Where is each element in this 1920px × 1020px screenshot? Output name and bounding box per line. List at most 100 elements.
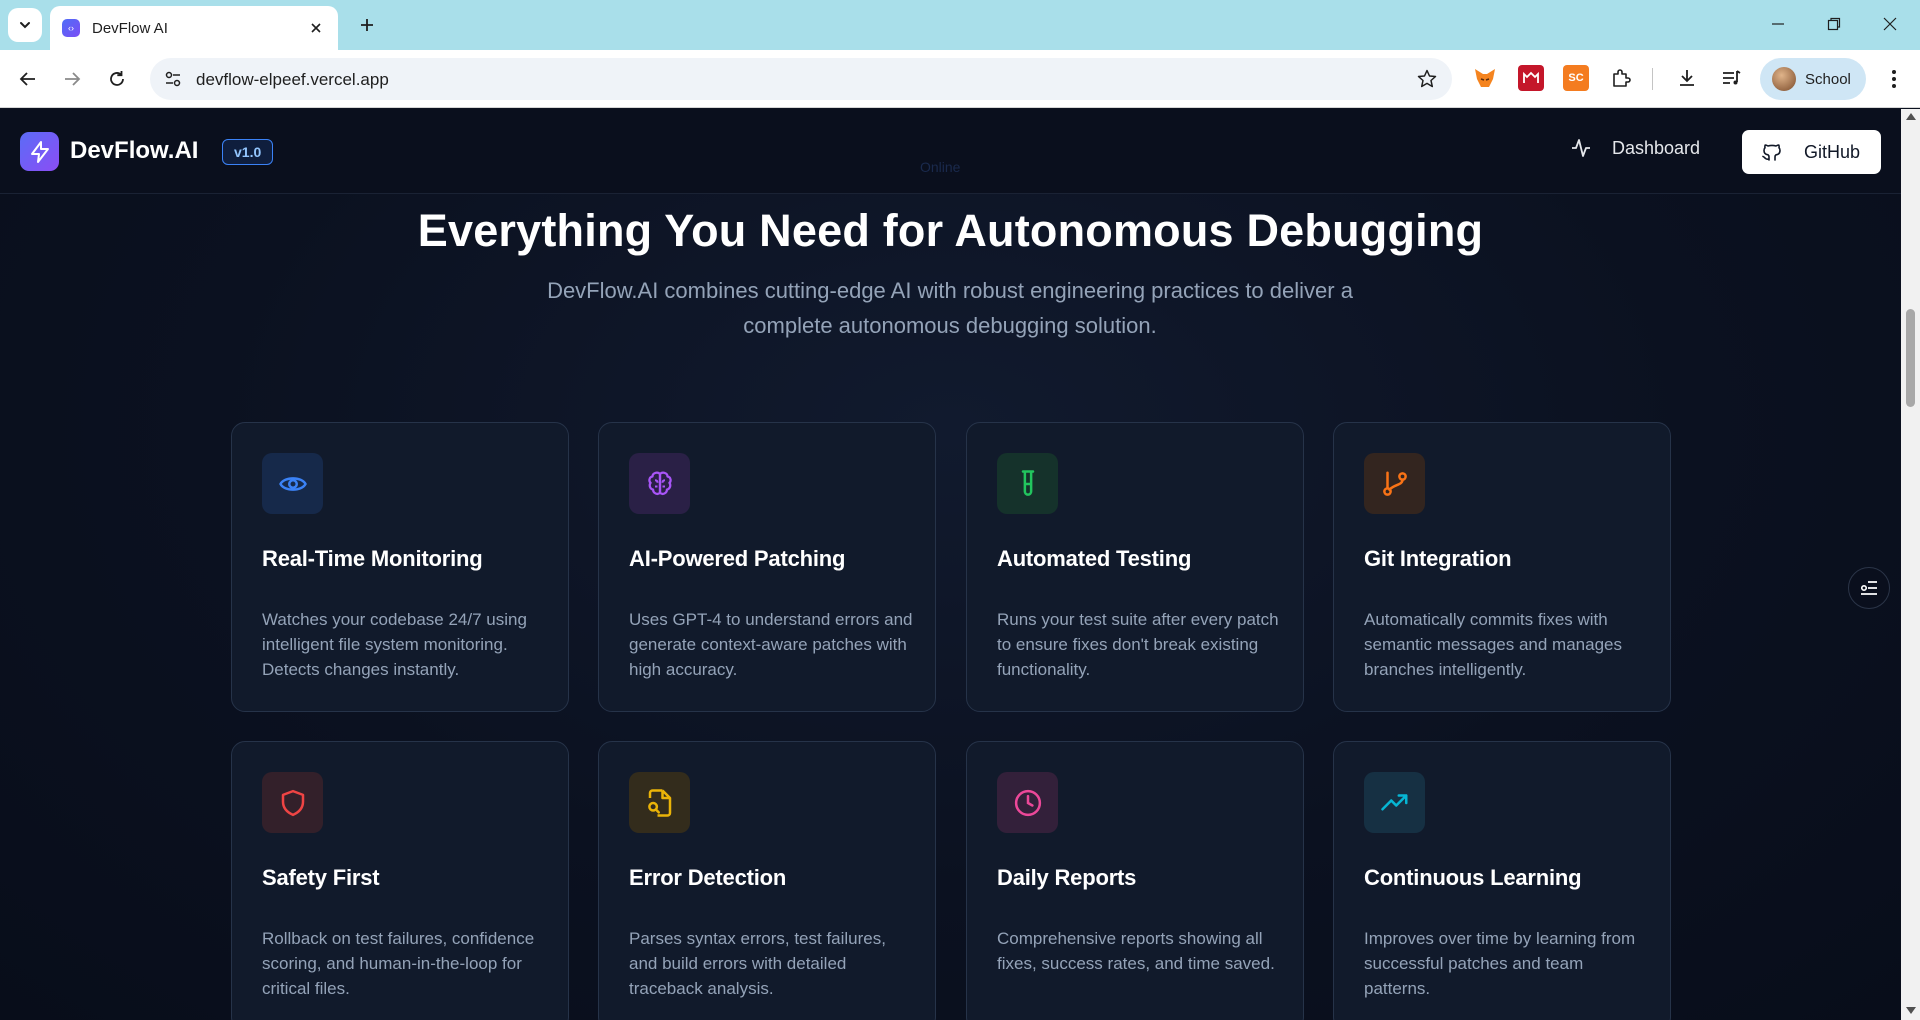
close-window-button[interactable]: [1862, 0, 1918, 48]
feature-title: Continuous Learning: [1364, 865, 1582, 890]
reload-icon: [110, 71, 124, 86]
test-tube-icon: [1021, 469, 1034, 496]
feature-card-safety-first[interactable]: Safety First Rollback on test failures, …: [231, 741, 569, 1020]
eye-icon: [278, 476, 307, 491]
feature-icon-box: [629, 772, 690, 833]
feature-title: Git Integration: [1364, 546, 1512, 571]
github-icon: [1762, 144, 1781, 161]
feature-title: Real-Time Monitoring: [262, 546, 483, 571]
feature-title: Error Detection: [629, 865, 787, 890]
feature-description: Rollback on test failures, confidence sc…: [262, 929, 535, 998]
vertical-scrollbar[interactable]: [1901, 109, 1920, 1020]
lightning-icon: [30, 140, 49, 163]
scroll-down-arrow[interactable]: [1906, 1007, 1916, 1014]
github-button[interactable]: GitHub: [1742, 130, 1881, 174]
feature-card-ai-powered-patching[interactable]: AI-Powered Patching Uses GPT-4 to unders…: [598, 422, 936, 712]
trending-up-icon: [1380, 793, 1407, 810]
extensions-puzzle-icon[interactable]: [1608, 65, 1634, 91]
feature-card-daily-reports[interactable]: Daily Reports Comprehensive reports show…: [966, 741, 1304, 1020]
more-vertical-icon: [1892, 70, 1896, 88]
browser-tab-bar: ‹› DevFlow AI: [0, 0, 1920, 50]
github-label: GitHub: [1804, 141, 1861, 162]
section-subtitle: DevFlow.AI combines cutting-edge AI with…: [547, 278, 1353, 338]
file-search-icon: [647, 788, 671, 817]
feature-description: Improves over time by learning from succ…: [1364, 929, 1636, 998]
bookmark-star-icon[interactable]: [1416, 68, 1438, 90]
shield-icon: [281, 789, 304, 816]
clock-icon: [1014, 789, 1041, 816]
feature-description: Comprehensive reports showing all fixes,…: [997, 929, 1275, 973]
feature-card-git-integration[interactable]: Git Integration Automatically commits fi…: [1333, 422, 1671, 712]
tab-title: DevFlow AI: [92, 19, 168, 37]
feature-icon-box: [262, 453, 323, 514]
close-icon: [1883, 17, 1897, 31]
section-title: Everything You Need for Autonomous Debug…: [417, 205, 1484, 256]
plus-icon: [361, 19, 373, 31]
forward-button[interactable]: [56, 63, 88, 95]
feature-card-error-detection[interactable]: Error Detection Parses syntax errors, te…: [598, 741, 936, 1020]
floating-menu-button[interactable]: [1848, 567, 1890, 609]
git-branch-icon: [1382, 471, 1407, 496]
feature-description: Uses GPT-4 to understand errors and gene…: [629, 610, 913, 679]
feature-description: Automatically commits fixes with semanti…: [1364, 610, 1622, 679]
tab-close-button[interactable]: [306, 18, 326, 38]
browser-toolbar: devflow-elpeef.vercel.app SC School: [0, 50, 1920, 108]
feature-description: Runs your test suite after every patch t…: [997, 610, 1279, 679]
url-text: devflow-elpeef.vercel.app: [196, 70, 389, 89]
page-viewport: DevFlow.AI v1.0 Online Dashboard GitHub …: [0, 109, 1901, 1020]
feature-card-continuous-learning[interactable]: Continuous Learning Improves over time b…: [1333, 741, 1671, 1020]
version-badge: v1.0: [222, 139, 274, 165]
logo-text[interactable]: DevFlow.AI: [70, 137, 198, 165]
feature-title: Daily Reports: [997, 865, 1137, 890]
feature-icon-box: [629, 453, 690, 514]
dashboard-label: Dashboard: [1612, 137, 1701, 158]
feature-title: Safety First: [262, 865, 380, 890]
feature-title: AI-Powered Patching: [629, 546, 846, 571]
back-button[interactable]: [12, 63, 44, 95]
feature-icon-box: [1364, 772, 1425, 833]
profile-name: School: [1805, 70, 1851, 88]
minimize-icon: [1772, 23, 1784, 25]
arrow-right-icon: [65, 72, 81, 86]
restore-icon: [1827, 17, 1841, 31]
grid-extension-icon[interactable]: [1518, 65, 1544, 91]
feature-description: Watches your codebase 24/7 using intelli…: [262, 610, 527, 679]
sc-extension-icon[interactable]: SC: [1563, 65, 1589, 91]
fox-extension-icon[interactable]: [1472, 65, 1498, 91]
scroll-up-arrow[interactable]: [1906, 113, 1916, 120]
feature-icon-box: [1364, 453, 1425, 514]
site-info-icon[interactable]: [162, 68, 184, 90]
toolbar-divider: [1652, 68, 1653, 90]
tab-search-button[interactable]: [8, 8, 42, 42]
reload-button[interactable]: [101, 63, 133, 95]
download-icon[interactable]: [1674, 65, 1700, 91]
list-toggle-icon: [1860, 581, 1877, 595]
arrow-left-icon: [19, 72, 35, 86]
feature-card-automated-testing[interactable]: Automated Testing Runs your test suite a…: [966, 422, 1304, 712]
feature-icon-box: [262, 772, 323, 833]
new-tab-button[interactable]: [352, 10, 382, 40]
chevron-down-icon: [20, 22, 30, 29]
media-control-icon[interactable]: [1718, 65, 1744, 91]
scrollbar-thumb[interactable]: [1906, 309, 1915, 407]
address-bar[interactable]: devflow-elpeef.vercel.app: [150, 58, 1452, 100]
dashboard-link[interactable]: Dashboard: [1570, 137, 1700, 159]
restore-button[interactable]: [1806, 0, 1862, 48]
feature-description: Parses syntax errors, test failures, and…: [629, 929, 886, 998]
feature-icon-box: [997, 772, 1058, 833]
site-header: DevFlow.AI v1.0 Online Dashboard GitHub: [0, 109, 1901, 194]
browser-menu-button[interactable]: [1880, 65, 1908, 93]
logo-icon[interactable]: [20, 132, 59, 171]
minimize-button[interactable]: [1750, 0, 1806, 48]
browser-tab[interactable]: ‹› DevFlow AI: [50, 6, 338, 50]
activity-icon: [1572, 139, 1590, 157]
favicon-icon: ‹›: [62, 19, 80, 37]
nav-ghost-text: Online: [920, 159, 961, 175]
feature-icon-box: [997, 453, 1058, 514]
avatar: [1772, 67, 1796, 91]
close-icon: [311, 23, 321, 33]
brain-icon: [647, 471, 672, 495]
feature-card-real-time-monitoring[interactable]: Real-Time Monitoring Watches your codeba…: [231, 422, 569, 712]
feature-title: Automated Testing: [997, 546, 1192, 571]
profile-button[interactable]: School: [1760, 58, 1866, 100]
